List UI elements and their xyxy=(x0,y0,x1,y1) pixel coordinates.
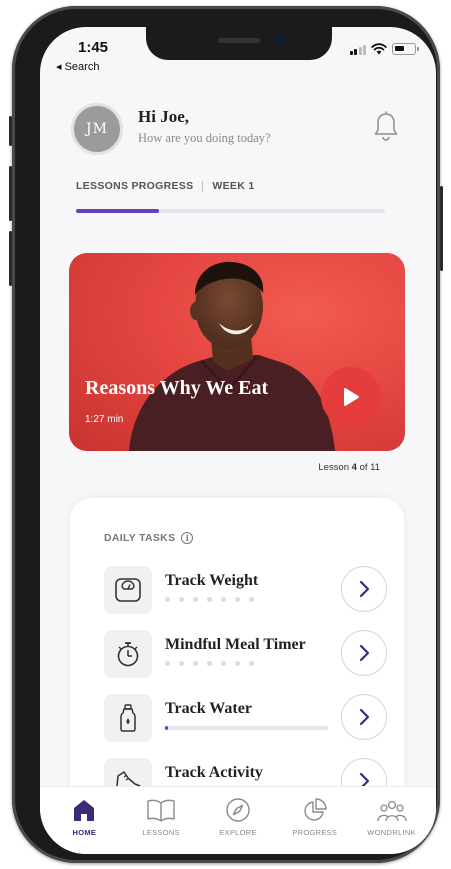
nav-explore[interactable]: EXPLORE xyxy=(203,787,273,854)
battery-icon xyxy=(392,43,419,55)
notch xyxy=(146,27,332,60)
task-row-track-weight[interactable]: Track Weight xyxy=(104,564,390,616)
pie-chart-icon xyxy=(304,798,327,821)
phone-frame: 1:45 ◂ Search JM Hi Joe, How are you doi… xyxy=(9,6,443,863)
front-camera xyxy=(276,36,285,45)
home-icon xyxy=(74,800,95,821)
nav-label: PROGRESS xyxy=(292,828,338,837)
task-open-button[interactable] xyxy=(341,694,387,740)
task-row-track-water[interactable]: Track Water xyxy=(104,692,390,744)
screen: 1:45 ◂ Search JM Hi Joe, How are you doi… xyxy=(40,27,436,854)
nav-label: WONDRLINK xyxy=(367,828,416,837)
task-progress-dots xyxy=(165,661,254,666)
task-progress-bar xyxy=(165,726,328,730)
water-bottle-icon xyxy=(104,694,152,742)
progress-divider xyxy=(202,180,204,192)
task-progress-dots xyxy=(165,597,254,602)
featured-lesson-card[interactable]: Reasons Why We Eat 1:27 min xyxy=(69,253,405,451)
lesson-count: Lesson 4 of 11 xyxy=(318,462,380,473)
greeting-title: Hi Joe, xyxy=(138,107,189,126)
task-name: Track Weight xyxy=(165,572,259,589)
nav-label: LESSONS xyxy=(142,828,180,837)
avatar[interactable]: JM xyxy=(71,103,123,155)
lessons-progress-label: LESSONS PROGRESS xyxy=(76,180,194,192)
lessons-progress-fill xyxy=(76,209,160,213)
power-button xyxy=(440,186,443,271)
volume-down-button xyxy=(9,231,12,286)
task-name: Mindful Meal Timer xyxy=(165,636,306,653)
lesson-title: Reasons Why We Eat xyxy=(85,377,269,399)
daily-tasks-card: DAILY TASKS i Track Weight Mindful Meal … xyxy=(70,498,404,828)
info-icon[interactable]: i xyxy=(181,532,194,544)
chevron-right-icon xyxy=(359,644,370,662)
nav-label: HOME xyxy=(72,828,97,837)
mute-switch xyxy=(9,116,12,146)
lesson-count-current: 4 xyxy=(351,462,357,473)
cellular-signal-icon xyxy=(349,44,366,55)
play-button[interactable] xyxy=(321,367,381,427)
daily-tasks-header: DAILY TASKS i xyxy=(104,532,194,544)
task-open-button[interactable] xyxy=(341,566,387,612)
wifi-icon xyxy=(371,43,387,55)
week-label: WEEK 1 xyxy=(212,180,255,192)
nav-progress[interactable]: PROGRESS xyxy=(280,787,350,854)
chevron-right-icon xyxy=(359,708,370,726)
stopwatch-icon xyxy=(104,630,152,678)
task-name: Track Activity xyxy=(165,764,263,781)
nav-lessons[interactable]: LESSONS xyxy=(126,787,196,854)
community-icon xyxy=(376,800,407,822)
nav-home[interactable]: HOME xyxy=(49,787,119,854)
book-icon xyxy=(147,799,175,822)
compass-icon xyxy=(226,798,250,822)
task-progress-fill xyxy=(165,726,169,730)
scale-icon xyxy=(104,566,152,614)
greeting-subtitle: How are you doing today? xyxy=(138,131,271,145)
task-name: Track Water xyxy=(165,700,252,717)
lesson-count-prefix: Lesson xyxy=(318,462,349,473)
back-to-search-link[interactable]: ◂ Search xyxy=(56,60,99,73)
lesson-count-suffix: of 11 xyxy=(359,462,380,473)
task-open-button[interactable] xyxy=(341,630,387,676)
lesson-duration: 1:27 min xyxy=(85,414,124,425)
chevron-right-icon xyxy=(359,580,370,598)
lessons-progress-header: LESSONS PROGRESS WEEK 1 xyxy=(76,180,254,192)
task-row-mindful-meal-timer[interactable]: Mindful Meal Timer xyxy=(104,628,390,680)
speaker xyxy=(218,38,260,43)
bell-icon[interactable] xyxy=(371,110,401,144)
nav-label: EXPLORE xyxy=(219,828,257,837)
lessons-progress-bar xyxy=(76,209,385,213)
play-icon xyxy=(344,388,359,406)
nav-wondrlink[interactable]: WONDRLINK xyxy=(357,787,427,854)
volume-up-button xyxy=(9,166,12,221)
bottom-nav: HOME LESSONS EXPLORE PROGRESS WONDRLINK xyxy=(40,786,436,854)
status-time: 1:45 xyxy=(78,39,109,56)
daily-tasks-title: DAILY TASKS xyxy=(104,532,176,544)
status-icons xyxy=(349,43,419,55)
